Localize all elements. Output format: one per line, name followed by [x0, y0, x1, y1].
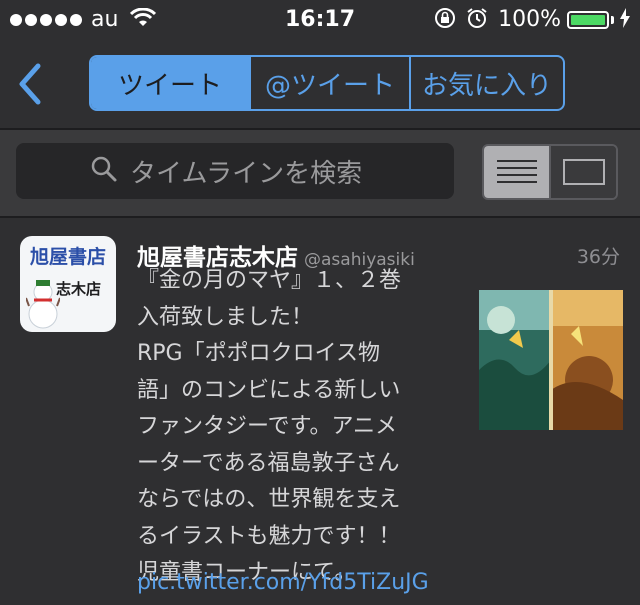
list-view-icon: [496, 160, 537, 183]
tab-favorites[interactable]: お気に入り: [409, 57, 563, 109]
navigation-bar: ツイート @ツイート お気に入り: [0, 40, 640, 130]
search-placeholder: タイムラインを検索: [130, 158, 363, 189]
tweet-text-line: 入荷致しました！: [137, 304, 314, 330]
tweet-text-line: ならではの、世界観を支え: [137, 487, 401, 512]
search-input[interactable]: タイムラインを検索: [16, 143, 454, 199]
status-bar-right: 100%: [424, 7, 630, 33]
tweet-image-thumbnail[interactable]: [479, 290, 623, 430]
charging-bolt-icon: [620, 8, 630, 32]
tweet-text-line: ファンタジーです。アニメ: [137, 414, 398, 439]
snowman-icon: [26, 280, 60, 329]
tweet-text-line: 語」のコンビによる新しい: [137, 377, 401, 403]
search-row: タイムラインを検索: [0, 130, 640, 218]
avatar[interactable]: 旭屋書店 志木店: [20, 236, 116, 332]
single-view-icon: [562, 159, 605, 185]
chevron-left-icon: [19, 63, 41, 105]
tweet-text-line: 『金の月のマヤ』１、２巻: [137, 268, 402, 293]
tweet-text: 『金の月のマヤ』１、２巻 入荷致しました！ RPG「ポポロクロイス物 語」のコン…: [137, 263, 457, 592]
tweet-timestamp: 36分: [576, 246, 620, 268]
search-icon: [90, 155, 118, 187]
alarm-clock-icon: [466, 7, 488, 33]
rotation-lock-icon: [434, 7, 456, 33]
back-button[interactable]: [12, 62, 52, 106]
avatar-text-top: 旭屋書店: [29, 246, 106, 268]
tweet-media-link[interactable]: pic.twitter.com/Yfd5TiZuJG: [137, 570, 429, 595]
battery-percent: 100%: [498, 7, 561, 32]
status-bar: au 16:17 100%: [0, 0, 640, 40]
single-view-button[interactable]: [549, 146, 616, 198]
timeline-segmented-control: ツイート @ツイート お気に入り: [89, 55, 565, 111]
tweet-cell[interactable]: 旭屋書店 志木店 旭屋書店志木店 @asahiyasiki 36分 『金の月のマヤ…: [0, 218, 640, 605]
tab-mentions[interactable]: @ツイート: [249, 57, 409, 109]
battery-icon: [567, 11, 609, 29]
battery-fill: [571, 15, 605, 25]
view-mode-toggle: [482, 144, 618, 200]
avatar-text-bottom: 志木店: [56, 280, 102, 298]
tab-tweets[interactable]: ツイート: [91, 57, 249, 109]
book-covers-image: [479, 290, 623, 430]
tweet-text-line: ーターである福島敦子さん: [137, 450, 400, 476]
battery-tip: [611, 16, 614, 24]
list-view-button[interactable]: [484, 146, 549, 198]
tweet-text-line: RPG「ポポロクロイス物: [137, 341, 380, 366]
tweet-text-line: るイラストも魅力です！！: [137, 523, 401, 549]
